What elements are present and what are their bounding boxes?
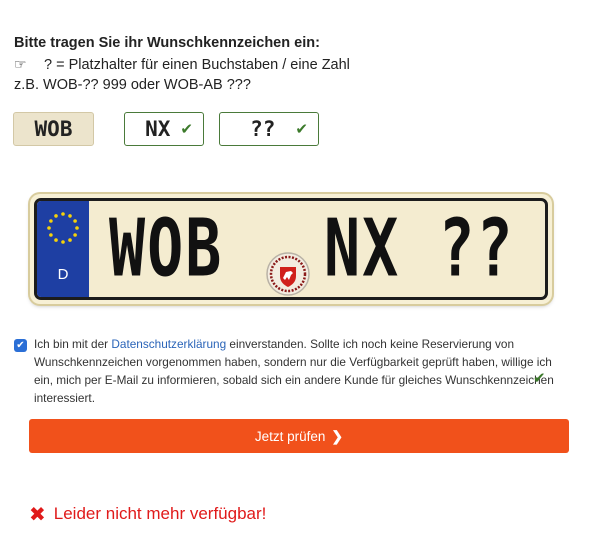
state-seal-icon: [266, 252, 310, 296]
consent-checkbox[interactable]: ✔: [14, 339, 27, 352]
license-plate: D WOB NX ??: [34, 198, 548, 300]
pointing-hand-icon: ☞: [14, 55, 27, 72]
consent-text-before: Ich bin mit der: [34, 337, 112, 351]
availability-result: ✖ Leider nicht mehr verfügbar!: [29, 502, 266, 526]
consent-section: ✔ Ich bin mit der Datenschutzerklärung e…: [14, 335, 574, 407]
valid-check-icon: ✔: [533, 369, 546, 387]
city-code-field[interactable]: WOB: [13, 112, 94, 146]
letters-valid-check-icon: ✔: [180, 120, 193, 138]
letters-field[interactable]: NX ✔: [124, 112, 204, 146]
letters-value: NX: [145, 117, 171, 141]
country-code: D: [57, 266, 69, 283]
check-now-button[interactable]: Jetzt prüfen ❯: [29, 419, 569, 453]
check-now-label: Jetzt prüfen: [254, 428, 326, 444]
hint-text: ? = Platzhalter für einen Buchstaben / e…: [44, 56, 350, 73]
eu-band: D: [37, 201, 89, 297]
plate-city-code: WOB: [109, 202, 224, 296]
example-text: z.B. WOB-?? 999 oder WOB-AB ???: [14, 77, 251, 93]
chevron-right-icon: ❯: [331, 427, 344, 444]
intro-heading: Bitte tragen Sie ihr Wunschkennzeichen e…: [14, 35, 320, 51]
city-code-value: WOB: [34, 117, 73, 141]
eu-stars-icon: [47, 212, 79, 244]
numbers-value: ??: [250, 117, 276, 141]
error-x-icon: ✖: [29, 502, 46, 526]
privacy-policy-link[interactable]: Datenschutzerklärung: [111, 337, 226, 351]
plate-letters-numbers: NX ??: [324, 202, 515, 296]
consent-text: Ich bin mit der Datenschutzerklärung ein…: [34, 335, 574, 407]
intro: Bitte tragen Sie ihr Wunschkennzeichen e…: [14, 33, 574, 96]
numbers-field[interactable]: ?? ✔: [219, 112, 319, 146]
availability-message: Leider nicht mehr verfügbar!: [53, 504, 267, 523]
license-plate-preview: D WOB NX ??: [30, 194, 552, 304]
hint-line: ☞ ? = Platzhalter für einen Buchstaben / …: [14, 54, 574, 76]
numbers-valid-check-icon: ✔: [295, 120, 308, 138]
